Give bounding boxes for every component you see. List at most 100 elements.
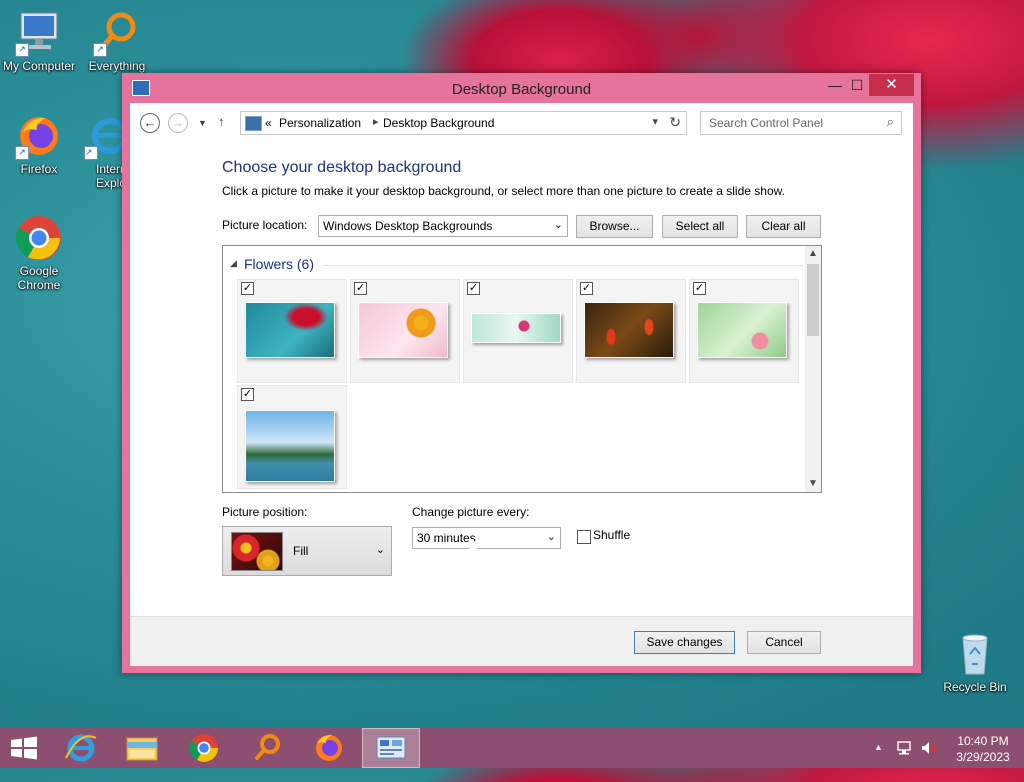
- shortcut-arrow-icon: ↗: [15, 43, 29, 57]
- scroll-down-icon[interactable]: ▼: [808, 478, 818, 489]
- picture-gallery[interactable]: ◢ Flowers (6) ✓ ✓ ✓ ✓ ✓ ✓ ▲ ▼: [222, 245, 822, 493]
- wallpaper-thumbnail: [245, 302, 335, 358]
- firefox-icon: ↗: [15, 112, 63, 160]
- change-picture-label: Change picture every:: [412, 505, 530, 519]
- tile-checkbox[interactable]: ✓: [693, 282, 706, 295]
- close-button[interactable]: ✕: [869, 74, 914, 96]
- back-button[interactable]: ←: [140, 113, 160, 133]
- taskbar-firefox[interactable]: [305, 728, 353, 768]
- window-title: Desktop Background: [451, 81, 592, 98]
- desktop-icon-label: Google Chrome: [17, 264, 61, 292]
- refresh-icon[interactable]: ↻: [669, 114, 681, 131]
- desktop-icon-google-chrome[interactable]: Google Chrome: [1, 214, 77, 292]
- collapse-group-icon[interactable]: ◢: [230, 258, 237, 269]
- recent-locations-chevron-icon[interactable]: ▼: [198, 118, 207, 128]
- desktop-icon-label: Everything: [88, 59, 146, 73]
- taskbar-google-chrome[interactable]: [180, 728, 228, 768]
- tile-checkbox[interactable]: ✓: [467, 282, 480, 295]
- address-bar[interactable]: « Personalization ▸ Desktop Background ▾…: [240, 111, 687, 135]
- save-changes-button[interactable]: Save changes: [634, 631, 735, 654]
- position-preview-thumbnail: [231, 532, 283, 571]
- shortcut-arrow-icon: ↗: [84, 146, 98, 160]
- group-title-flowers[interactable]: Flowers (6): [244, 256, 314, 272]
- computer-icon: ↗: [15, 9, 63, 57]
- magnifier-orange-icon: ↗: [93, 9, 141, 57]
- wallpaper-tile[interactable]: ✓: [463, 279, 573, 383]
- browse-button[interactable]: Browse...: [576, 215, 653, 238]
- select-all-button[interactable]: Select all: [662, 215, 738, 238]
- firefox-icon: [316, 735, 342, 761]
- picture-location-dropdown[interactable]: Windows Desktop Backgrounds ⌄: [318, 215, 568, 237]
- shortcut-arrow-icon: ↗: [15, 146, 29, 160]
- system-clock[interactable]: 10:40 PM 3/29/2023: [948, 733, 1018, 765]
- desktop-icon-label: Recycle Bin: [943, 680, 1007, 694]
- tile-checkbox[interactable]: ✓: [241, 282, 254, 295]
- desktop-icon-recycle-bin[interactable]: Recycle Bin: [937, 630, 1013, 694]
- search-input[interactable]: [707, 115, 879, 131]
- breadcrumb-arrow-icon[interactable]: ▸: [373, 115, 379, 128]
- wallpaper-tile[interactable]: ✓: [689, 279, 799, 383]
- search-box[interactable]: ⌕: [700, 111, 902, 135]
- wallpaper-thumbnail: [471, 313, 561, 343]
- taskbar: ▲ 10:40 PM 3/29/2023: [0, 728, 1024, 768]
- desktop-icon-label: My Computer: [2, 59, 76, 73]
- tile-checkbox[interactable]: ✓: [580, 282, 593, 295]
- taskbar-file-explorer[interactable]: [118, 728, 166, 768]
- up-button[interactable]: ↑: [218, 114, 225, 129]
- search-icon[interactable]: ⌕: [887, 114, 894, 130]
- chrome-icon: [15, 214, 63, 262]
- desktop-icon-label: Firefox: [20, 162, 58, 176]
- picture-position-value: Fill: [293, 544, 309, 558]
- taskbar-control-panel[interactable]: [362, 728, 420, 768]
- scroll-thumb[interactable]: [807, 264, 819, 336]
- maximize-button[interactable]: ☐: [844, 75, 870, 95]
- desktop-icon-my-computer[interactable]: ↗ My Computer: [1, 9, 77, 73]
- wallpaper-thumbnail: [358, 302, 448, 358]
- picture-position-label: Picture position:: [222, 505, 308, 519]
- network-icon[interactable]: [896, 740, 914, 780]
- group-divider: [323, 265, 803, 266]
- start-button[interactable]: [0, 728, 48, 768]
- volume-muted-icon[interactable]: [920, 740, 938, 780]
- folder-icon: [126, 737, 158, 761]
- shortcut-arrow-icon: ↗: [93, 43, 107, 57]
- show-hidden-icons-chevron-icon[interactable]: ▲: [874, 742, 883, 782]
- scroll-up-icon[interactable]: ▲: [808, 248, 818, 259]
- desktop-icon-everything[interactable]: ↗ Everything: [79, 9, 155, 73]
- picture-position-dropdown[interactable]: Fill ⌄: [222, 526, 392, 576]
- window-client-area: ← → ▼ ↑ « Personalization ▸ Desktop Back…: [130, 103, 913, 666]
- wallpaper-tile[interactable]: ✓: [237, 385, 347, 489]
- chevron-down-icon: ⌄: [375, 544, 385, 556]
- picture-location-label: Picture location:: [222, 218, 308, 232]
- tile-checkbox[interactable]: ✓: [354, 282, 367, 295]
- clock-time: 10:40 PM: [957, 734, 1009, 748]
- taskbar-internet-explorer[interactable]: [56, 728, 104, 768]
- gallery-scrollbar[interactable]: ▲ ▼: [805, 246, 821, 492]
- title-bar[interactable]: Desktop Background — ☐ ✕: [122, 73, 921, 103]
- cancel-button[interactable]: Cancel: [747, 631, 821, 654]
- navigation-bar: ← → ▼ ↑ « Personalization ▸ Desktop Back…: [130, 103, 913, 143]
- clear-all-button[interactable]: Clear all: [746, 215, 821, 238]
- desktop-icon-internet-explorer[interactable]: ↗ Intern Explo: [80, 112, 122, 190]
- wallpaper-tile[interactable]: ✓: [237, 279, 347, 383]
- breadcrumb-desktop-background[interactable]: Desktop Background: [383, 116, 494, 130]
- change-picture-dropdown[interactable]: 30 minutes ⌄: [412, 527, 561, 549]
- clock-date: 3/29/2023: [956, 750, 1010, 764]
- desktop-icon-label: Intern Explo: [96, 162, 122, 190]
- breadcrumb-separator: «: [265, 116, 272, 130]
- chrome-icon: [189, 734, 218, 762]
- forward-button[interactable]: →: [168, 113, 188, 133]
- shuffle-checkbox[interactable]: [577, 530, 591, 544]
- desktop-background-window: Desktop Background — ☐ ✕ ← → ▼ ↑ « Perso…: [122, 73, 921, 673]
- wallpaper-tile[interactable]: ✓: [576, 279, 686, 383]
- picture-location-value: Windows Desktop Backgrounds: [323, 219, 493, 233]
- desktop-icon-firefox[interactable]: ↗ Firefox: [1, 112, 77, 176]
- control-panel-icon: [245, 116, 262, 131]
- wallpaper-tile[interactable]: ✓: [350, 279, 460, 383]
- tile-checkbox[interactable]: ✓: [241, 388, 254, 401]
- internet-explorer-icon: ↗: [84, 112, 122, 160]
- taskbar-everything[interactable]: [243, 728, 291, 768]
- address-dropdown-icon[interactable]: ▾: [652, 115, 658, 128]
- shuffle-label[interactable]: Shuffle: [593, 528, 630, 542]
- breadcrumb-personalization[interactable]: Personalization: [279, 116, 361, 130]
